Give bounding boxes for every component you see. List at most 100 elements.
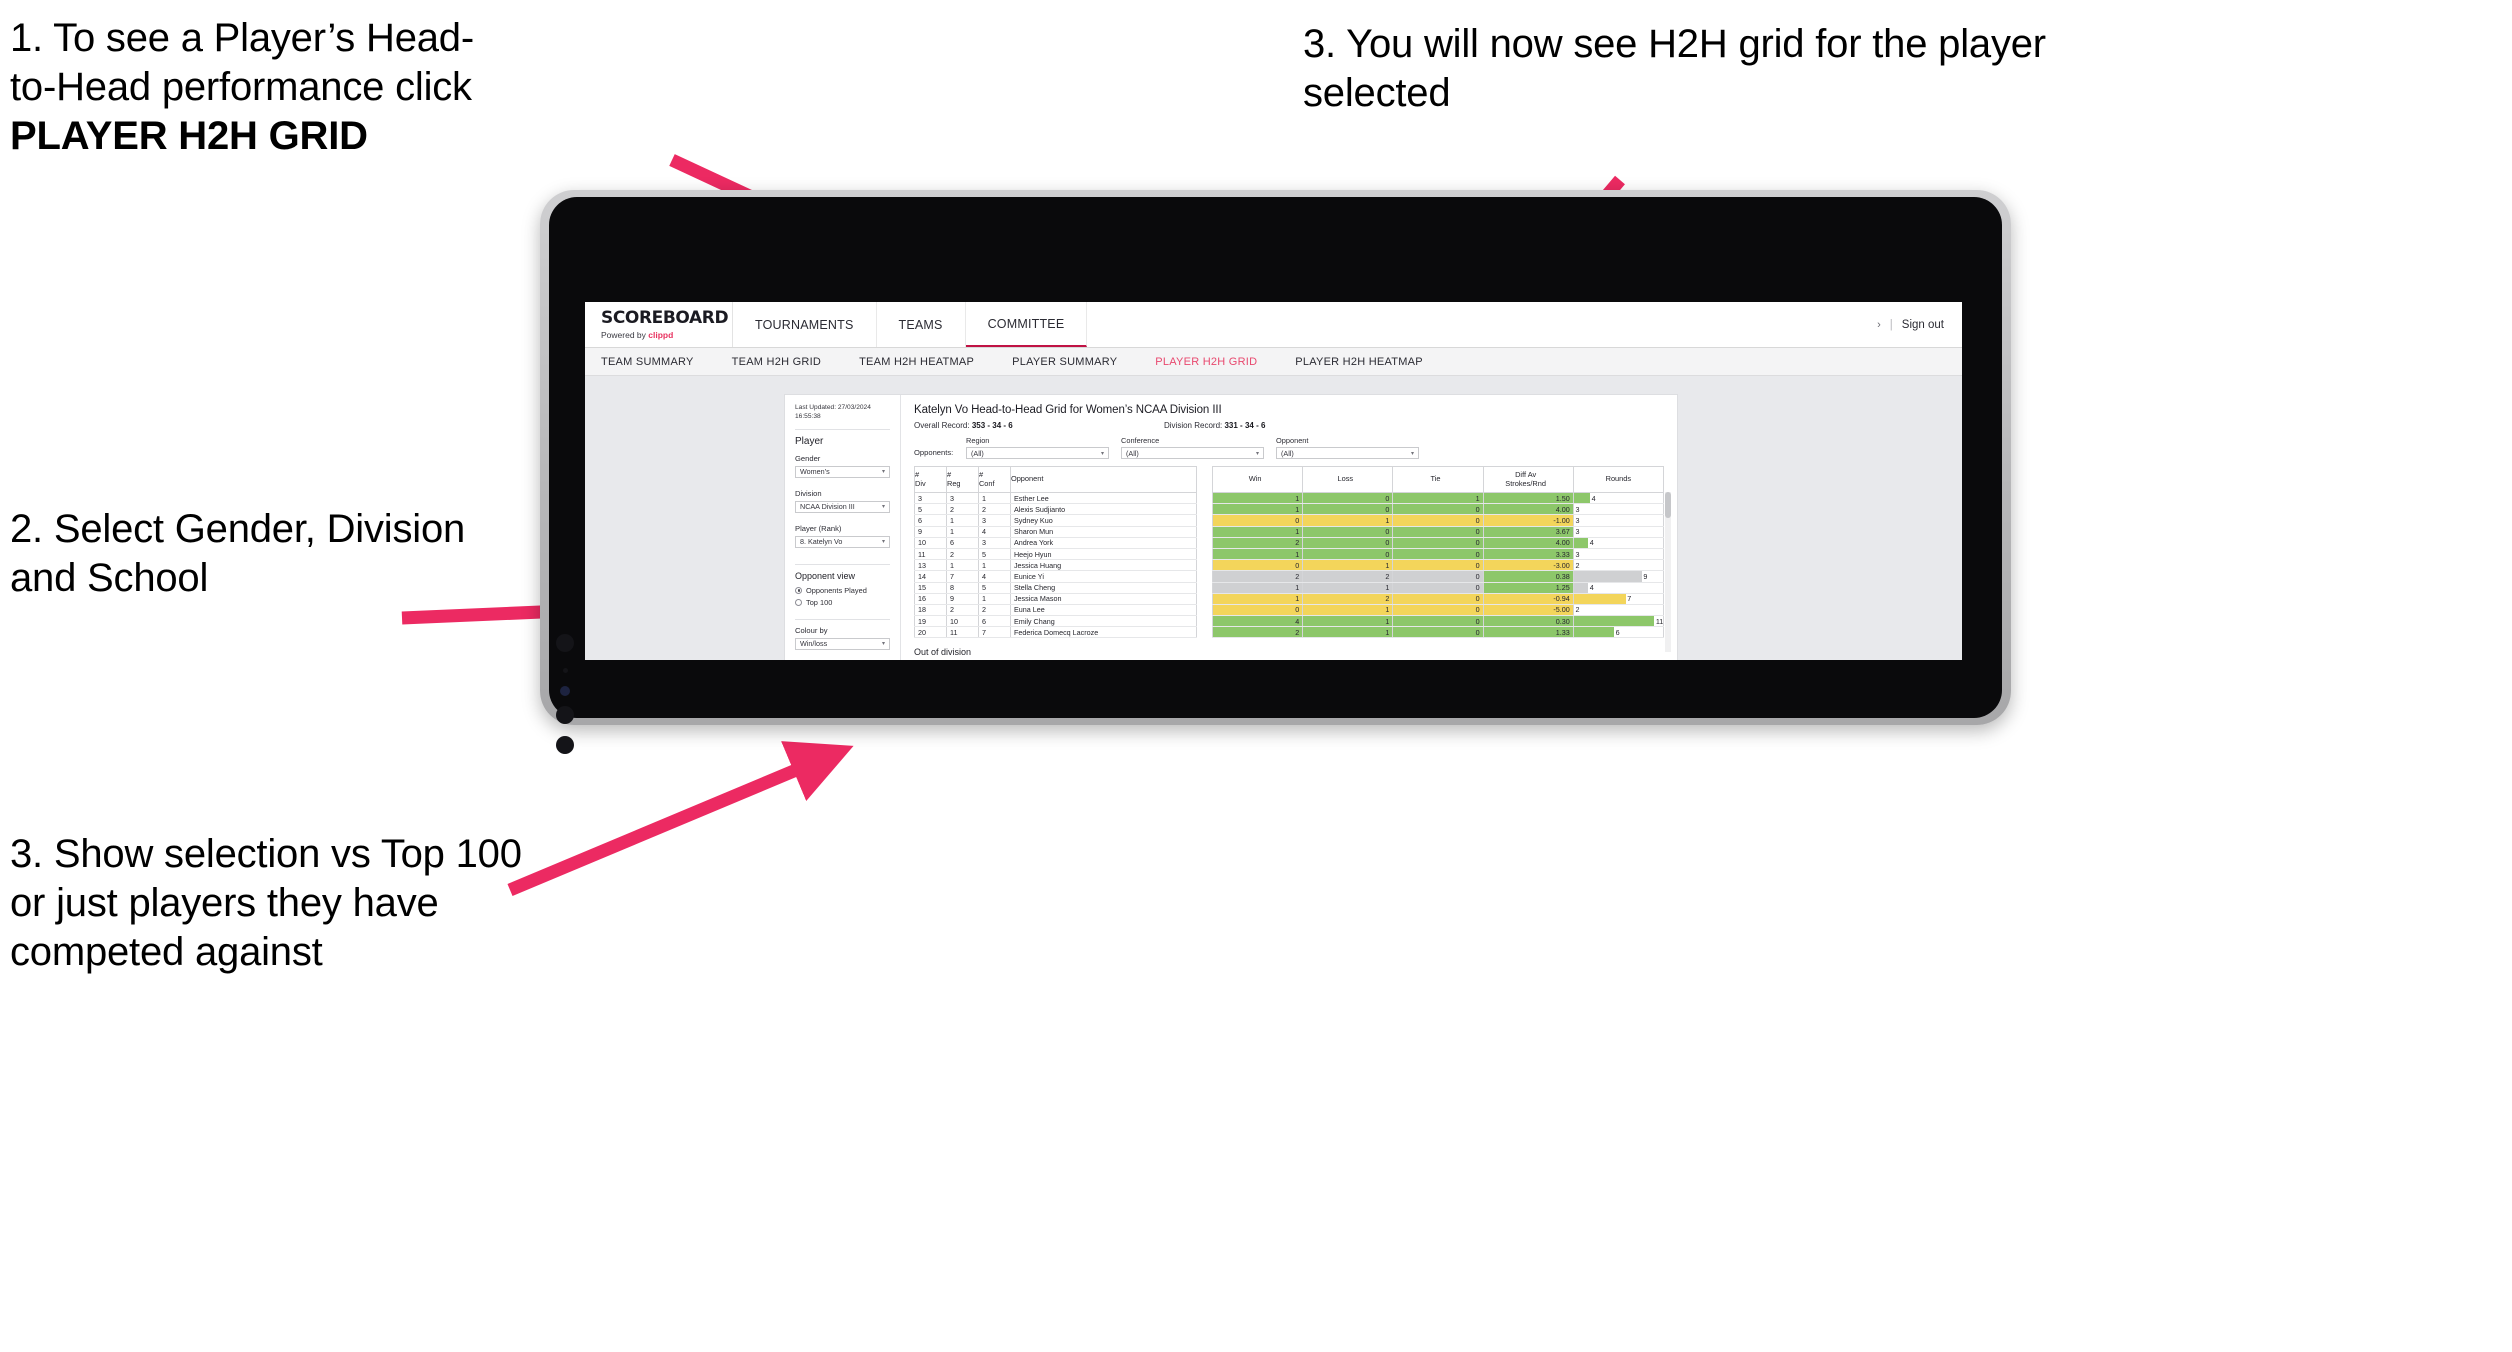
rounds-bar bbox=[1574, 582, 1588, 593]
cell-loss: 1 bbox=[1302, 615, 1394, 628]
cell-tie: 0 bbox=[1392, 526, 1484, 538]
tab-team-h2h-grid[interactable]: TEAM H2H GRID bbox=[732, 356, 821, 368]
division-value: NCAA Division III bbox=[800, 502, 855, 512]
table-row[interactable]: 14 7 4 Eunice Yi 2 2 0 0.38 9 bbox=[914, 570, 1665, 583]
sign-out-button[interactable]: Sign out bbox=[1902, 319, 1944, 331]
cell-rounds: 2 bbox=[1572, 604, 1665, 617]
gender-value: Women’s bbox=[800, 467, 830, 477]
nav-committee[interactable]: COMMITTEE bbox=[965, 302, 1088, 347]
cell-opponent: Heejo Hyun bbox=[1009, 548, 1198, 561]
filter-region-select[interactable]: (All) ▾ bbox=[966, 447, 1109, 459]
annotation-step-1-line2: to-Head performance click bbox=[10, 64, 472, 109]
rounds-value: 7 bbox=[1627, 594, 1632, 604]
table-row[interactable]: 5 2 2 Alexis Sudjianto 1 0 0 4.00 3 bbox=[914, 503, 1665, 516]
annotation-step-1-line1: 1. To see a Player’s Head- bbox=[10, 16, 474, 60]
table-row[interactable]: 3 3 1 Esther Lee 1 0 1 1.50 4 bbox=[914, 492, 1665, 505]
cell-gap bbox=[1196, 548, 1213, 560]
division-select[interactable]: NCAA Division III ▾ bbox=[795, 500, 890, 513]
col-gap bbox=[1196, 466, 1213, 493]
cell-diff: -5.00 bbox=[1482, 604, 1574, 617]
cell-reg: 1 bbox=[945, 514, 979, 527]
rounds-value: 4 bbox=[1589, 583, 1594, 593]
filter-conference-select[interactable]: (All) ▾ bbox=[1121, 447, 1264, 459]
col-conf: # Conf bbox=[977, 466, 1011, 493]
cell-rounds: 11 bbox=[1572, 615, 1665, 628]
cell-conf: 1 bbox=[977, 492, 1011, 505]
filter-opponent-select[interactable]: (All) ▾ bbox=[1276, 447, 1419, 459]
table-row[interactable]: 15 8 5 Stella Cheng 1 1 0 1.25 4 bbox=[914, 582, 1665, 594]
table-row[interactable]: 13 1 1 Jessica Huang 0 1 0 -3.00 2 bbox=[914, 559, 1665, 572]
radio-top-100-label: Top 100 bbox=[806, 597, 833, 607]
player-section-heading: Player bbox=[795, 435, 824, 447]
cell-opponent: Andrea York bbox=[1009, 537, 1198, 549]
cell-gap bbox=[1196, 503, 1213, 515]
player-rank-select[interactable]: 8. Katelyn Vo ▾ bbox=[795, 535, 890, 548]
cell-tie: 0 bbox=[1392, 604, 1484, 617]
cell-div: 5 bbox=[914, 503, 947, 516]
arrow-to-opponent-view bbox=[507, 741, 854, 896]
rounds-value: 4 bbox=[1591, 493, 1596, 503]
opponents-label: Opponents: bbox=[914, 448, 954, 457]
rounds-value: 3 bbox=[1575, 527, 1580, 537]
cell-opponent: Jessica Huang bbox=[1009, 559, 1198, 572]
colour-by-label: Colour by bbox=[795, 625, 828, 635]
division-record-label: Division Record: bbox=[1164, 421, 1223, 430]
cell-loss: 1 bbox=[1302, 559, 1394, 572]
cell-win: 1 bbox=[1212, 526, 1304, 538]
tab-team-summary[interactable]: TEAM SUMMARY bbox=[601, 356, 694, 368]
tab-team-h2h-heatmap[interactable]: TEAM H2H HEATMAP bbox=[859, 356, 974, 368]
radio-top-100[interactable]: Top 100 bbox=[795, 598, 890, 607]
brand-name: SCOREBOARD bbox=[601, 307, 729, 328]
table-row[interactable]: 10 6 3 Andrea York 2 0 0 4.00 4 bbox=[914, 537, 1665, 549]
chevron-right-icon[interactable]: › bbox=[1877, 319, 1881, 331]
app-header: SCOREBOARD Powered by clippd TOURNAMENTS… bbox=[585, 302, 1962, 348]
nav-teams[interactable]: TEAMS bbox=[877, 302, 966, 347]
table-row[interactable]: 9 1 4 Sharon Mun 1 0 0 3.67 3 bbox=[914, 526, 1665, 538]
gender-select[interactable]: Women’s ▾ bbox=[795, 465, 890, 478]
cell-rounds: 3 bbox=[1572, 526, 1665, 538]
nav-tournaments[interactable]: TOURNAMENTS bbox=[733, 302, 877, 347]
cell-conf: 1 bbox=[977, 593, 1011, 605]
cell-diff: 3.33 bbox=[1482, 548, 1574, 561]
cell-loss: 2 bbox=[1302, 593, 1394, 605]
cell-diff: 1.33 bbox=[1482, 626, 1574, 639]
col-win: Win bbox=[1212, 466, 1304, 493]
table-row[interactable]: 18 2 2 Euna Lee 0 1 0 -5.00 2 bbox=[914, 604, 1665, 617]
table-row[interactable]: 6 1 3 Sydney Kuo 0 1 0 -1.00 3 bbox=[914, 514, 1665, 527]
cell-reg: 11 bbox=[945, 626, 979, 639]
cell-opponent: Emily Chang bbox=[1009, 615, 1198, 628]
colour-by-select[interactable]: Win/loss ▾ bbox=[795, 637, 890, 650]
cell-opponent: Sharon Mun bbox=[1009, 526, 1198, 538]
secondary-nav: TEAM SUMMARY TEAM H2H GRID TEAM H2H HEAT… bbox=[585, 348, 1962, 376]
cell-reg: 9 bbox=[945, 593, 979, 605]
table-row[interactable]: 16 9 1 Jessica Mason 1 2 0 -0.94 7 bbox=[914, 593, 1665, 605]
cell-diff: -0.94 bbox=[1482, 593, 1574, 605]
table-row[interactable]: 20 11 7 Federica Domecq Lacroze 2 1 0 1.33 6 bbox=[914, 626, 1665, 639]
grid-scrollbar-thumb[interactable] bbox=[1665, 492, 1671, 518]
rounds-bar bbox=[1574, 627, 1614, 637]
table-row[interactable]: 11 2 5 Heejo Hyun 1 0 0 3.33 3 bbox=[914, 548, 1665, 561]
cell-diff: 4.00 bbox=[1482, 537, 1574, 549]
cell-div: 18 bbox=[914, 604, 947, 617]
table-row[interactable]: 19 10 6 Emily Chang 4 1 0 0.30 11 bbox=[914, 615, 1665, 628]
col-div-l2: Div bbox=[915, 478, 926, 488]
cell-conf: 5 bbox=[977, 548, 1011, 561]
cell-conf: 6 bbox=[977, 615, 1011, 628]
cell-opponent: Esther Lee bbox=[1009, 492, 1198, 505]
cell-reg: 10 bbox=[945, 615, 979, 628]
visualization-container: Last Updated: 27/03/2024 16:55:38 Player… bbox=[785, 395, 1677, 660]
cell-diff: 3.67 bbox=[1482, 526, 1574, 538]
radio-opponents-played[interactable]: Opponents Played bbox=[795, 586, 890, 595]
tab-player-h2h-grid[interactable]: PLAYER H2H GRID bbox=[1155, 356, 1257, 368]
cell-diff: 1.50 bbox=[1482, 492, 1574, 505]
tab-player-h2h-heatmap[interactable]: PLAYER H2H HEATMAP bbox=[1295, 356, 1423, 368]
cell-win: 0 bbox=[1212, 604, 1304, 617]
tab-player-summary[interactable]: PLAYER SUMMARY bbox=[1012, 356, 1117, 368]
cell-reg: 1 bbox=[945, 526, 979, 538]
annotation-step-3-right: 3. You will now see H2H grid for the pla… bbox=[1303, 22, 2046, 115]
cell-loss: 0 bbox=[1302, 537, 1394, 549]
cell-diff: 0.38 bbox=[1482, 570, 1574, 583]
cell-reg: 2 bbox=[945, 548, 979, 561]
cell-tie: 0 bbox=[1392, 615, 1484, 628]
cell-gap bbox=[1196, 514, 1213, 527]
